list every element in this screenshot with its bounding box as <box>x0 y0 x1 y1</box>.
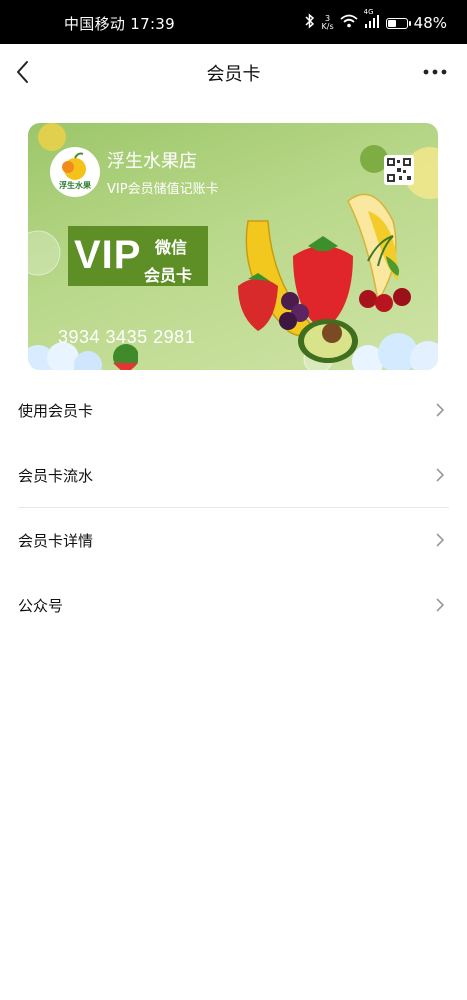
menu-list: 使用会员卡 会员卡流水 会员卡详情 公众号 <box>0 378 467 638</box>
menu-item-use-card[interactable]: 使用会员卡 <box>0 378 467 443</box>
nav-bar: 会员卡 <box>0 44 467 100</box>
menu-item-label: 公众号 <box>18 597 64 615</box>
member-card[interactable]: 浮生水果 浮生水果店 VIP会员储值记账卡 VIP 微信 会员卡 3934 34… <box>28 123 438 370</box>
bluetooth-icon <box>304 13 316 33</box>
status-icons: 3 K/s 4G 48% <box>304 8 447 33</box>
page-title: 会员卡 <box>206 64 261 85</box>
status-bar: 中国移动 17:39 3 K/s 4G 48% <box>0 0 467 44</box>
shop-logo-text: 浮生水果 <box>59 181 91 190</box>
vip-label: VIP <box>74 233 142 277</box>
more-horizontal-icon <box>423 69 447 75</box>
chevron-right-icon <box>436 533 445 547</box>
card-subtitle: VIP会员储值记账卡 <box>107 182 219 197</box>
signal-icon: 4G <box>364 8 380 32</box>
cloud-decoration-right <box>352 333 438 370</box>
battery-fill <box>387 19 396 27</box>
vip-badge: VIP 微信 会员卡 <box>68 226 208 286</box>
battery-icon <box>385 17 411 29</box>
net-speed: 3 K/s <box>322 15 334 31</box>
member-card-label: 会员卡 <box>144 266 193 285</box>
wifi-icon <box>340 14 358 32</box>
more-button[interactable] <box>421 62 449 82</box>
chevron-right-icon <box>436 468 445 482</box>
shop-name: 浮生水果店 <box>107 151 197 172</box>
battery-percent: 48% <box>413 14 447 32</box>
chevron-right-icon <box>436 598 445 612</box>
net-speed-unit: K/s <box>321 22 334 31</box>
menu-item-card-transactions[interactable]: 会员卡流水 <box>0 443 467 508</box>
shop-logo: 浮生水果 <box>50 147 100 197</box>
carrier-time: 中国移动 17:39 <box>64 15 175 33</box>
wechat-label: 微信 <box>155 238 188 257</box>
menu-item-label: 会员卡详情 <box>18 532 94 550</box>
chevron-right-icon <box>436 403 445 417</box>
menu-item-label: 使用会员卡 <box>18 402 94 420</box>
card-number: 3934 3435 2981 <box>58 327 196 347</box>
menu-item-official-account[interactable]: 公众号 <box>0 573 467 638</box>
menu-item-card-details[interactable]: 会员卡详情 <box>0 508 467 573</box>
network-type: 4G <box>363 8 374 16</box>
menu-item-label: 会员卡流水 <box>18 467 94 485</box>
